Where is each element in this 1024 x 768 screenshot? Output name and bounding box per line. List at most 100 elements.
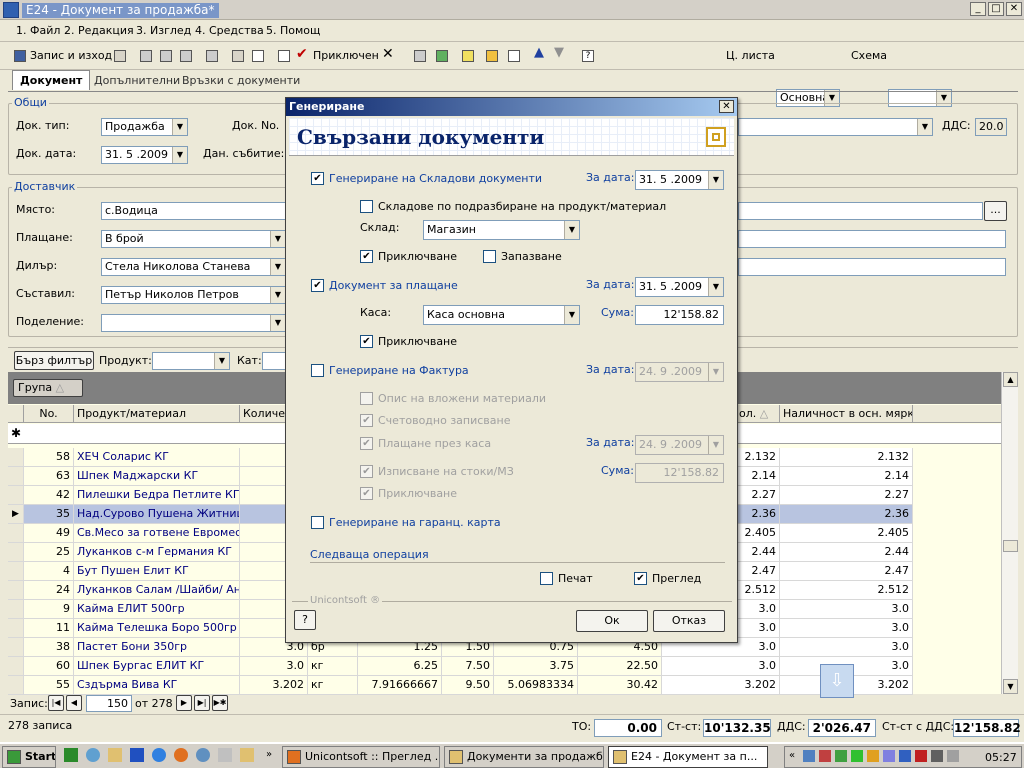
cut-icon[interactable]: [136, 46, 156, 66]
quicklaunch-search-icon[interactable]: [218, 748, 232, 762]
quicklaunch-mail-icon[interactable]: [196, 748, 210, 762]
print-icon[interactable]: [228, 46, 248, 66]
new-doc-icon[interactable]: [504, 46, 524, 66]
reserve-checkbox[interactable]: [483, 250, 496, 263]
print-checkbox[interactable]: [540, 572, 553, 585]
col-qty2-header[interactable]: ол. △: [736, 405, 780, 423]
taskbar-item-documents[interactable]: Документи за продажб...: [444, 746, 604, 768]
arrow-down-icon[interactable]: ▼: [554, 45, 564, 60]
cell-avail[interactable]: 2.44: [780, 543, 913, 562]
menu-view[interactable]: 3. Изглед: [136, 24, 191, 37]
close-window-button[interactable]: ✕: [1006, 2, 1022, 16]
cell-no[interactable]: 55: [24, 676, 74, 695]
default-stores-checkbox[interactable]: [360, 200, 373, 213]
cell-avail[interactable]: 3.0: [780, 638, 913, 657]
cell-name[interactable]: Кайма ЕЛИТ 500гр: [74, 600, 240, 619]
cell-q2[interactable]: 3.202: [662, 676, 780, 695]
place-field[interactable]: с.Водица: [101, 202, 286, 220]
menu-file[interactable]: 1. Файл: [16, 24, 60, 37]
sum-field[interactable]: 12'158.82: [635, 305, 724, 325]
cell-name[interactable]: Пастет Бони 350гр: [74, 638, 240, 657]
tray-status-icon[interactable]: [835, 750, 847, 762]
ok-button[interactable]: Ок: [576, 610, 648, 632]
accounting-checkbox[interactable]: ✔: [360, 414, 373, 427]
cancel-button[interactable]: Отказ: [653, 610, 725, 632]
payment-finish-checkbox[interactable]: ✔: [360, 335, 373, 348]
cell-avail[interactable]: 3.0: [780, 619, 913, 638]
prev-record-icon[interactable]: ◀: [66, 695, 82, 711]
tray-ps-icon[interactable]: [883, 750, 895, 762]
start-button[interactable]: Start: [2, 746, 56, 768]
copy-icon[interactable]: [156, 46, 176, 66]
cell-price[interactable]: 7.91666667: [358, 676, 442, 695]
cell-qty[interactable]: 3.202: [240, 676, 308, 695]
cell-unit[interactable]: кг: [308, 657, 358, 676]
col-no-header[interactable]: No.: [24, 405, 74, 423]
cash-pay-date-picker[interactable]: 24. 9 .2009 ▼: [635, 435, 724, 455]
quicklaunch-firefox-icon[interactable]: [174, 748, 188, 762]
row-selector[interactable]: [8, 657, 24, 676]
attach-icon[interactable]: [202, 46, 222, 66]
cell-unit[interactable]: кг: [308, 676, 358, 695]
star-icon[interactable]: [458, 46, 478, 66]
vat-field[interactable]: 20.0: [975, 118, 1007, 136]
quick-filter-button[interactable]: Бърз филтър: [14, 351, 94, 370]
cell-pricevat[interactable]: 7.50: [442, 657, 494, 676]
refresh-icon[interactable]: [432, 46, 452, 66]
cell-avail[interactable]: 3.0: [780, 600, 913, 619]
stock-docs-checkbox[interactable]: ✔: [311, 172, 324, 185]
store-select[interactable]: Магазин ▼: [423, 220, 580, 240]
row-selector[interactable]: [8, 676, 24, 695]
invoice-checkbox[interactable]: [311, 364, 324, 377]
scroll-down-icon[interactable]: ▼: [1003, 679, 1018, 694]
cell-q2[interactable]: 3.0: [662, 657, 780, 676]
payment-doc-checkbox[interactable]: ✔: [311, 279, 324, 292]
invoice-date-picker[interactable]: 24. 9 .2009 ▼: [635, 362, 724, 382]
menu-edit[interactable]: 2. Редакция: [64, 24, 134, 37]
tray-bluetooth-icon[interactable]: [899, 750, 911, 762]
cell-price[interactable]: 6.25: [358, 657, 442, 676]
lock-icon[interactable]: [482, 46, 502, 66]
cell-name[interactable]: Пилешки Бедра Петлите КГ: [74, 486, 240, 505]
paste-icon[interactable]: [176, 46, 196, 66]
vertical-scrollbar[interactable]: ▲ ▼: [1001, 372, 1018, 694]
save-copy-icon[interactable]: [110, 46, 130, 66]
cell-no[interactable]: 24: [24, 581, 74, 600]
quicklaunch-desktop-icon[interactable]: [130, 748, 144, 762]
division-select[interactable]: ▼: [101, 314, 286, 332]
dialog-close-icon[interactable]: ✕: [719, 100, 734, 113]
payment-date-picker[interactable]: 31. 5 .2009 ▼: [635, 277, 724, 297]
print-preview-icon[interactable]: [248, 46, 268, 66]
row-selector[interactable]: [8, 486, 24, 505]
cell-name[interactable]: Сздърма Вива КГ: [74, 676, 240, 695]
quicklaunch-ie-icon[interactable]: [152, 748, 166, 762]
doc-date-picker[interactable]: 31. 5 .2009 ▼: [101, 146, 188, 164]
tray-antivirus-icon[interactable]: [819, 750, 831, 762]
finish-button[interactable]: Приключен: [313, 49, 379, 62]
new-record-icon[interactable]: ▶✱: [212, 695, 228, 711]
cell-no[interactable]: 60: [24, 657, 74, 676]
row-selector[interactable]: [8, 581, 24, 600]
invoice-finish-checkbox[interactable]: ✔: [360, 487, 373, 500]
menu-help[interactable]: 5. Помощ: [266, 24, 320, 37]
taskbar-item-e24[interactable]: E24 - Документ за п...: [608, 746, 768, 768]
cash-select[interactable]: Каса основна ▼: [423, 305, 580, 325]
row-selector[interactable]: [8, 543, 24, 562]
cell-c2[interactable]: 30.42: [578, 676, 662, 695]
cell-c1[interactable]: 3.75: [494, 657, 578, 676]
tab-relations[interactable]: Връзки с документи: [182, 74, 300, 87]
cell-no[interactable]: 63: [24, 467, 74, 486]
cell-name[interactable]: Бут Пушен Елит КГ: [74, 562, 240, 581]
payment-extra-field[interactable]: [738, 230, 1006, 248]
cell-avail[interactable]: 2.14: [780, 467, 913, 486]
stock-finish-checkbox[interactable]: ✔: [360, 250, 373, 263]
col-avail-header[interactable]: Наличност в осн. мярка: [780, 405, 913, 423]
materials-checkbox[interactable]: [360, 392, 373, 405]
stock-date-picker[interactable]: 31. 5 .2009 ▼: [635, 170, 724, 190]
arrow-up-icon[interactable]: ▲: [534, 45, 544, 60]
dialog-help-icon[interactable]: ?: [294, 610, 316, 630]
tray-monitor-icon[interactable]: [931, 750, 943, 762]
quicklaunch-tool-icon[interactable]: [240, 748, 254, 762]
cash-payment-checkbox[interactable]: ✔: [360, 437, 373, 450]
menu-tools[interactable]: 4. Средства: [195, 24, 264, 37]
